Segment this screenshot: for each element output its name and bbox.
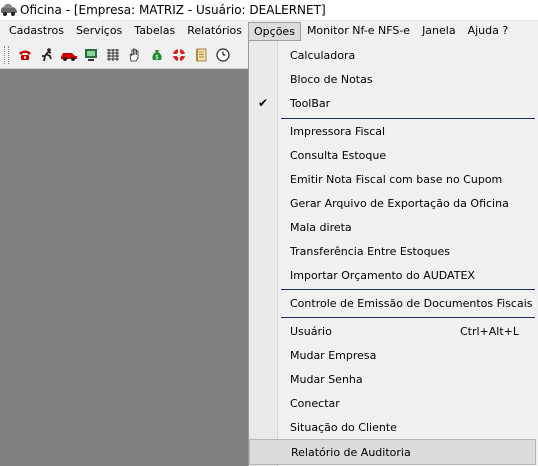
menu-item-shortcut: Ctrl+Alt+L bbox=[459, 324, 519, 338]
menu-item-controle-emissao[interactable]: Controle de Emissão de Documentos Fiscai… bbox=[249, 291, 536, 315]
menu-item-situacao-cliente[interactable]: Situação do Cliente bbox=[249, 415, 536, 439]
menu-item-label: Transferência Entre Estoques bbox=[290, 244, 451, 258]
menu-item-label: Mudar Senha bbox=[290, 372, 363, 386]
menu-item-label: Consulta Estoque bbox=[290, 148, 387, 162]
menu-item-label: Usuário bbox=[290, 324, 332, 338]
car-icon[interactable] bbox=[59, 45, 79, 65]
menu-item-label: Conectar bbox=[290, 396, 340, 410]
menu-separator bbox=[281, 317, 535, 318]
menu-item-label: Calculadora bbox=[290, 48, 356, 62]
title-bar: Oficina - [Empresa: MATRIZ - Usuário: DE… bbox=[0, 0, 538, 21]
svg-text:$: $ bbox=[155, 54, 159, 61]
menu-bar: Cadastros Serviços Tabelas Relatórios Op… bbox=[0, 21, 538, 41]
running-man-icon[interactable] bbox=[37, 45, 57, 65]
hand-icon[interactable] bbox=[125, 45, 145, 65]
grid-icon[interactable] bbox=[103, 45, 123, 65]
menu-item-label: Bloco de Notas bbox=[290, 72, 373, 86]
menu-item-label: ToolBar bbox=[290, 96, 331, 110]
menu-item-transferencia-estoques[interactable]: Transferência Entre Estoques bbox=[249, 239, 536, 263]
menu-item-label: Impressora Fiscal bbox=[290, 124, 386, 138]
menu-item-gerar-arquivo-exportacao[interactable]: Gerar Arquivo de Exportação da Oficina bbox=[249, 191, 536, 215]
menu-item-label: Mudar Empresa bbox=[290, 348, 377, 362]
menu-monitor-nfe[interactable]: Monitor Nf-e NFS-e bbox=[301, 22, 416, 40]
money-bag-icon[interactable]: $ bbox=[147, 45, 167, 65]
computer-icon[interactable] bbox=[81, 45, 101, 65]
menu-item-mala-direta[interactable]: Mala direta bbox=[249, 215, 536, 239]
menu-separator bbox=[281, 289, 535, 290]
menu-item-label: Relatório de Auditoria bbox=[291, 445, 411, 459]
menu-item-mudar-senha[interactable]: Mudar Senha bbox=[249, 367, 536, 391]
opcoes-dropdown-menu: Calculadora Bloco de Notas ✔ ToolBar Imp… bbox=[248, 41, 538, 466]
car-app-icon bbox=[1, 4, 17, 16]
menu-janela[interactable]: Janela bbox=[416, 22, 462, 40]
menu-item-label: Emitir Nota Fiscal com base no Cupom bbox=[290, 172, 503, 186]
phone-icon[interactable] bbox=[15, 45, 35, 65]
menu-item-importar-orcamento[interactable]: Importar Orçamento do AUDATEX bbox=[249, 263, 536, 287]
menu-item-calculadora[interactable]: Calculadora bbox=[249, 43, 536, 67]
notepad-icon[interactable] bbox=[191, 45, 211, 65]
menu-item-label: Importar Orçamento do AUDATEX bbox=[290, 268, 475, 282]
menu-opcoes[interactable]: Opções bbox=[248, 21, 301, 41]
menu-item-label: Situação do Cliente bbox=[290, 420, 397, 434]
menu-relatorios[interactable]: Relatórios bbox=[181, 22, 248, 40]
checkmark-icon: ✔ bbox=[258, 96, 269, 110]
clock-icon[interactable] bbox=[213, 45, 233, 65]
menu-item-relatorio-auditoria[interactable]: Relatório de Auditoria bbox=[249, 439, 536, 465]
toolbar-grip[interactable] bbox=[4, 45, 9, 64]
menu-item-mudar-empresa[interactable]: Mudar Empresa bbox=[249, 343, 536, 367]
menu-ajuda[interactable]: Ajuda ? bbox=[462, 22, 515, 40]
menu-item-toolbar[interactable]: ✔ ToolBar bbox=[249, 91, 536, 115]
mdi-workspace bbox=[0, 69, 248, 466]
lifebuoy-icon[interactable] bbox=[169, 45, 189, 65]
menu-cadastros[interactable]: Cadastros bbox=[3, 22, 70, 40]
menu-item-bloco-de-notas[interactable]: Bloco de Notas bbox=[249, 67, 536, 91]
menu-tabelas[interactable]: Tabelas bbox=[128, 22, 181, 40]
menu-item-impressora-fiscal[interactable]: Impressora Fiscal bbox=[249, 119, 536, 143]
menu-item-usuario[interactable]: Usuário Ctrl+Alt+L bbox=[249, 319, 536, 343]
menu-item-label: Controle de Emissão de Documentos Fiscai… bbox=[290, 296, 533, 310]
menu-servicos[interactable]: Serviços bbox=[70, 22, 128, 40]
menu-item-conectar[interactable]: Conectar bbox=[249, 391, 536, 415]
menu-item-consulta-estoque[interactable]: Consulta Estoque bbox=[249, 143, 536, 167]
menu-item-label: Mala direta bbox=[290, 220, 352, 234]
window-title: Oficina - [Empresa: MATRIZ - Usuário: DE… bbox=[20, 3, 326, 17]
menu-item-label: Gerar Arquivo de Exportação da Oficina bbox=[290, 196, 509, 210]
menu-item-emitir-nota-fiscal[interactable]: Emitir Nota Fiscal com base no Cupom bbox=[249, 167, 536, 191]
